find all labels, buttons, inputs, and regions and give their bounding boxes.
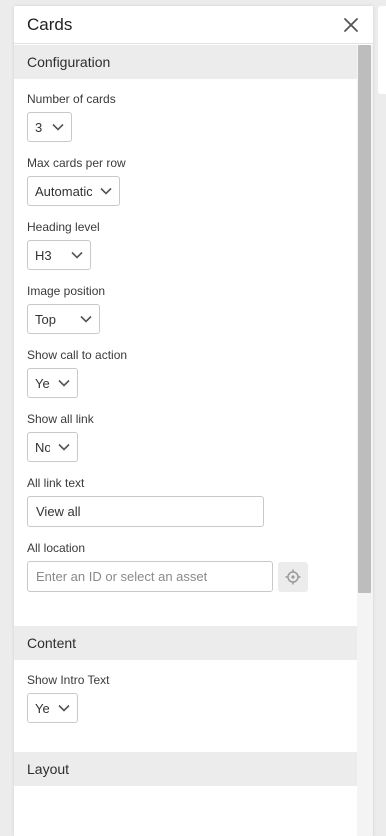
- input-placeholder: Enter an ID or select an asset: [36, 569, 208, 584]
- close-button[interactable]: [341, 15, 361, 35]
- panel-header: Cards: [14, 6, 373, 44]
- select-value: 3: [35, 119, 43, 135]
- all-location-input[interactable]: Enter an ID or select an asset: [27, 561, 273, 592]
- section-title: Content: [27, 635, 77, 651]
- chevron-down-icon: [58, 443, 70, 451]
- chevron-down-icon: [100, 187, 112, 195]
- all-link-text-input[interactable]: View all: [27, 496, 264, 527]
- select-value: Automatic: [35, 183, 92, 199]
- field-label: Heading level: [27, 220, 100, 234]
- image-position-select[interactable]: Top: [27, 304, 100, 334]
- chevron-down-icon: [80, 315, 92, 323]
- settings-scroll-area[interactable]: Configuration Number of cards 3 Max card…: [14, 45, 357, 836]
- show-all-link-field: Show all link No: [27, 411, 344, 462]
- select-value: Yes: [35, 700, 50, 716]
- field-label: Image position: [27, 284, 106, 298]
- select-value: H3: [35, 247, 52, 263]
- number-of-cards-select[interactable]: 3: [27, 112, 72, 142]
- field-label: All link text: [27, 476, 85, 490]
- field-label: Number of cards: [27, 92, 116, 106]
- chevron-down-icon: [58, 704, 70, 712]
- field-label: Show Intro Text: [27, 673, 110, 687]
- show-intro-text-select[interactable]: Yes: [27, 693, 78, 723]
- field-label: Max cards per row: [27, 156, 126, 170]
- section-title: Configuration: [27, 54, 111, 70]
- field-label: All location: [27, 541, 86, 555]
- max-cards-per-row-select[interactable]: Automatic: [27, 176, 120, 206]
- field-label: Show all link: [27, 412, 94, 426]
- chevron-down-icon: [71, 251, 83, 259]
- show-intro-text-field: Show Intro Text Yes: [27, 672, 344, 723]
- max-cards-per-row-field: Max cards per row Automatic: [27, 155, 344, 206]
- heading-level-field: Heading level H3: [27, 219, 344, 270]
- show-all-link-select[interactable]: No: [27, 432, 78, 462]
- number-of-cards-field: Number of cards 3: [27, 91, 344, 142]
- show-call-to-action-select[interactable]: Yes: [27, 368, 78, 398]
- select-value: Yes: [35, 375, 50, 391]
- all-link-text-field: All link text View all: [27, 475, 344, 527]
- heading-level-select[interactable]: H3: [27, 240, 91, 270]
- crosshair-icon: [285, 569, 301, 584]
- show-call-to-action-field: Show call to action Yes: [27, 347, 344, 398]
- all-location-field: All location Enter an ID or select an as…: [27, 540, 344, 592]
- input-value: View all: [36, 504, 81, 519]
- panel-title: Cards: [27, 14, 73, 34]
- select-value: Top: [35, 311, 56, 327]
- chevron-down-icon: [58, 379, 70, 387]
- section-header-configuration[interactable]: Configuration: [14, 45, 357, 79]
- content-section: Show Intro Text Yes: [14, 660, 357, 752]
- field-label: Show call to action: [27, 348, 128, 362]
- asset-picker-row: Enter an ID or select an asset: [27, 561, 344, 592]
- scrollbar[interactable]: [357, 45, 373, 836]
- select-asset-button[interactable]: [278, 561, 308, 592]
- cards-settings-panel: Cards Configuration Number of cards 3 Ma…: [14, 6, 373, 836]
- close-icon: [344, 17, 358, 32]
- section-header-content[interactable]: Content: [14, 626, 357, 660]
- section-title: Layout: [27, 761, 70, 777]
- image-position-field: Image position Top: [27, 283, 344, 334]
- background-panel-edge: [378, 6, 386, 94]
- scrollbar-thumb[interactable]: [358, 45, 371, 593]
- section-header-layout[interactable]: Layout: [14, 752, 357, 786]
- chevron-down-icon: [52, 123, 64, 131]
- configuration-section: Number of cards 3 Max cards per row Auto…: [14, 79, 357, 626]
- select-value: No: [35, 439, 50, 455]
